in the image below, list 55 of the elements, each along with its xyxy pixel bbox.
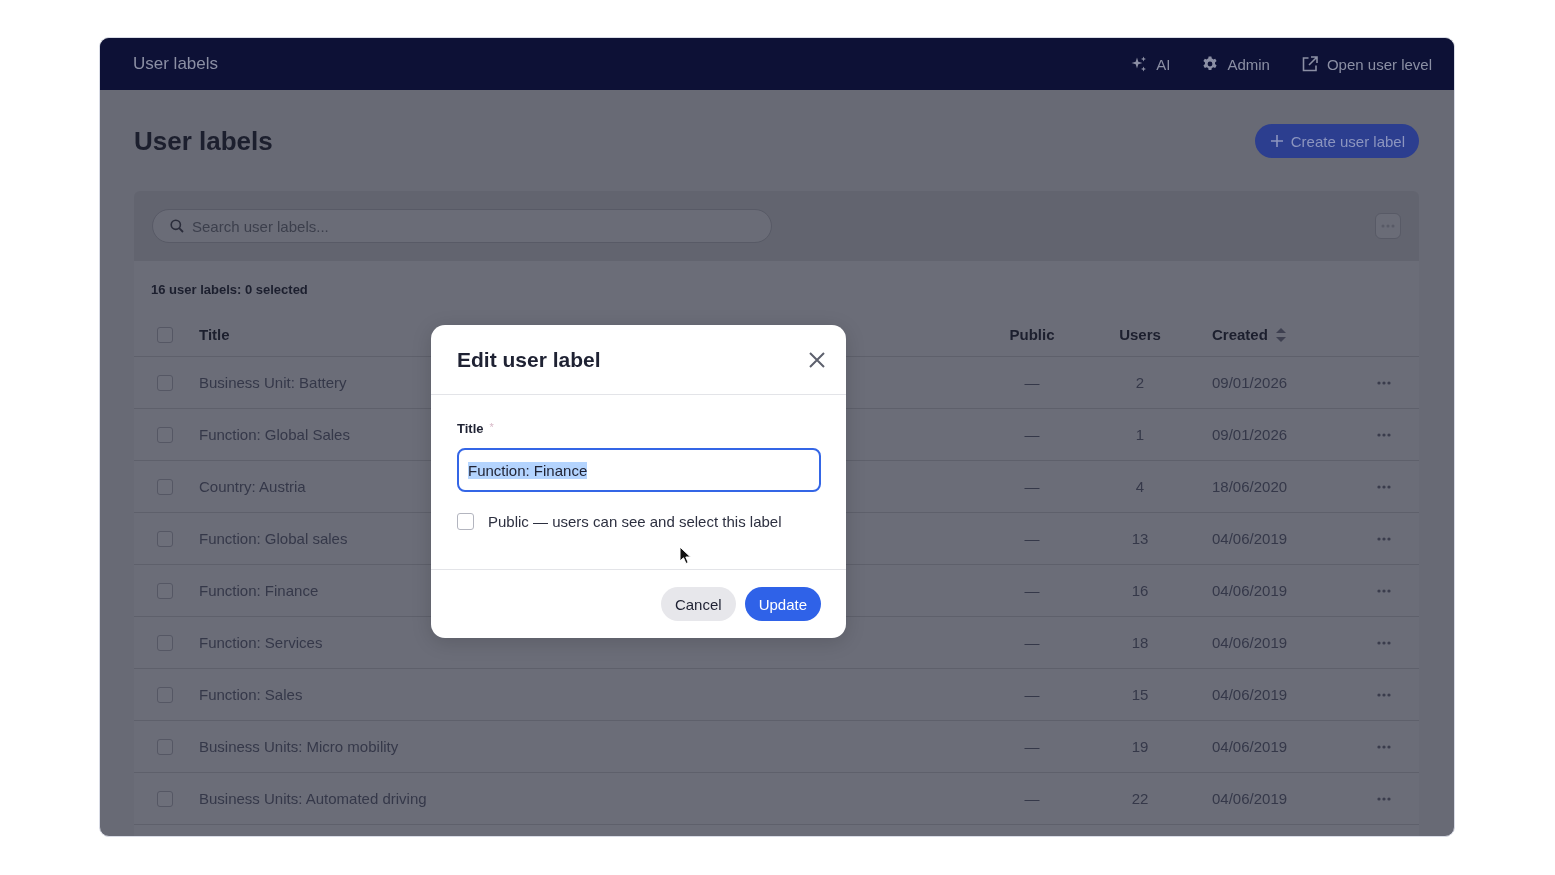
create-button[interactable]: Create user label: [1254, 124, 1419, 158]
nav-link[interactable]: AI: [1131, 55, 1171, 73]
field-label: Title: [457, 421, 484, 436]
table-cell: —: [1024, 634, 1040, 651]
more-icon[interactable]: [1377, 640, 1391, 645]
row-checkbox[interactable]: [157, 582, 173, 599]
row-checkbox[interactable]: [157, 530, 173, 547]
checkbox-label: Public — users can see and select this label: [488, 513, 782, 530]
select-all-checkbox[interactable]: [157, 326, 173, 343]
external-link-icon: [1301, 56, 1318, 72]
sparkle-icon: [1131, 56, 1148, 72]
nav-link[interactable]: Admin: [1202, 55, 1270, 73]
nav-link[interactable]: Open user level: [1301, 55, 1432, 73]
row-checkbox[interactable]: [157, 478, 173, 495]
table-cell: —: [1024, 790, 1040, 807]
more-icon[interactable]: [1377, 744, 1391, 749]
row-checkbox[interactable]: [157, 426, 173, 443]
update-button[interactable]: Update: [744, 587, 821, 621]
row-checkbox[interactable]: [157, 686, 173, 703]
column-header: Title: [199, 326, 230, 343]
sort-icon[interactable]: [1275, 327, 1286, 342]
settings-icon: [1202, 56, 1219, 72]
table-cell: —: [1024, 582, 1040, 599]
column-header[interactable]: Created: [1212, 326, 1268, 343]
title-input[interactable]: Function: Finance: [457, 448, 821, 492]
more-icon[interactable]: [1377, 536, 1391, 541]
cancel-button[interactable]: Cancel: [660, 587, 736, 621]
table-cell: —: [1024, 686, 1040, 703]
column-header: Users: [1119, 326, 1161, 343]
table-cell: —: [1024, 478, 1040, 495]
row-checkbox[interactable]: [157, 738, 173, 755]
more-icon[interactable]: [1377, 796, 1391, 801]
required-mark: *: [489, 421, 494, 433]
plus-icon: [1270, 135, 1283, 147]
search-icon: [170, 219, 184, 233]
more-icon[interactable]: [1377, 380, 1391, 385]
row-checkbox[interactable]: [157, 790, 173, 807]
app-title: User labels: [133, 54, 219, 74]
more-icon[interactable]: [1377, 692, 1391, 697]
table-cell: —: [1024, 738, 1040, 755]
more-icon[interactable]: [1377, 588, 1391, 593]
row-checkbox[interactable]: [157, 634, 173, 651]
public-checkbox[interactable]: [457, 513, 474, 530]
pointer-cursor-icon: [679, 546, 691, 565]
table-cell: —: [1024, 374, 1040, 391]
close-icon[interactable]: [809, 351, 825, 368]
row-checkbox[interactable]: [157, 374, 173, 391]
table-cell: —: [1024, 426, 1040, 443]
more-icon[interactable]: [1377, 432, 1391, 437]
dialog-title: Edit user label: [457, 347, 601, 372]
column-header: Public: [1009, 326, 1055, 343]
table-cell: —: [1024, 530, 1040, 547]
selection-summary: 16 user labels: 0 selected: [151, 281, 308, 297]
more-icon[interactable]: [1377, 484, 1391, 489]
page-title: User labels: [134, 125, 273, 158]
